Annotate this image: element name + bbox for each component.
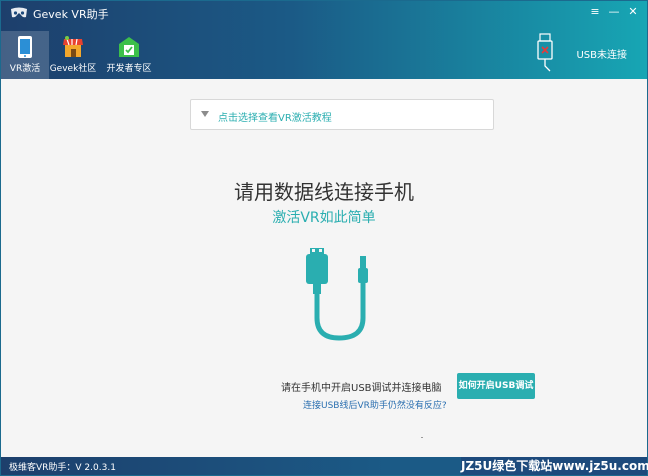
divider-dot [421,437,423,438]
window-title: Gevek VR助手 [33,8,109,21]
tutorial-dropdown[interactable]: 点击选择查看VR激活教程 [190,99,494,130]
usb-disconnected-icon [537,33,554,72]
minimize-button[interactable]: — [606,4,622,20]
phone-icon [18,36,32,58]
usb-cable-icon [306,248,368,341]
main-title: 请用数据线连接手机 [234,180,414,204]
howto-usb-debug-button[interactable]: 如何开启USB调试 [457,373,535,399]
main-subtitle: 激活VR如此简单 [272,210,376,226]
usb-status: USB未连接 [534,33,627,73]
window-controls: ≡ — ✕ [587,4,641,20]
nav-label: VR激活 [9,64,41,74]
help-link[interactable]: 连接USB线后VR助手仍然没有反应? [303,398,447,411]
nav-item-community[interactable]: Gevek社区 [49,31,97,79]
store-icon [63,36,83,57]
watermark-banner: JZ5U绿色下载站www.jz5u.com [461,457,648,475]
nav-item-vr-activate[interactable]: VR激活 [1,31,49,79]
nav-item-developer[interactable]: 开发者专区 [101,31,157,79]
gift-box-icon [119,37,139,57]
tutorial-text: 点击选择查看VR激活教程 [218,113,332,124]
header-bar: Gevek VR助手 ≡ — ✕ VR激活 Gevek社区 开发者专区 USB未… [1,1,647,79]
version-text: 极维客VR助手：V 2.0.3.1 [9,463,116,473]
usb-status-text: USB未连接 [576,49,627,61]
footer-bar: 极维客VR助手：V 2.0.3.1 JZ5U绿色下载站www.jz5u.com [1,457,648,475]
main-nav: VR激活 Gevek社区 开发者专区 [1,31,157,79]
caret-down-icon [201,111,209,117]
vr-logo-icon [11,7,27,18]
menu-button[interactable]: ≡ [587,4,603,20]
nav-label: Gevek社区 [49,64,97,74]
instruction-text: 请在手机中开启USB调试并连接电脑 [281,383,442,394]
nav-label: 开发者专区 [106,64,152,74]
app-window: Gevek VR助手 ≡ — ✕ VR激活 Gevek社区 开发者专区 USB未… [0,0,648,476]
close-button[interactable]: ✕ [625,4,641,20]
